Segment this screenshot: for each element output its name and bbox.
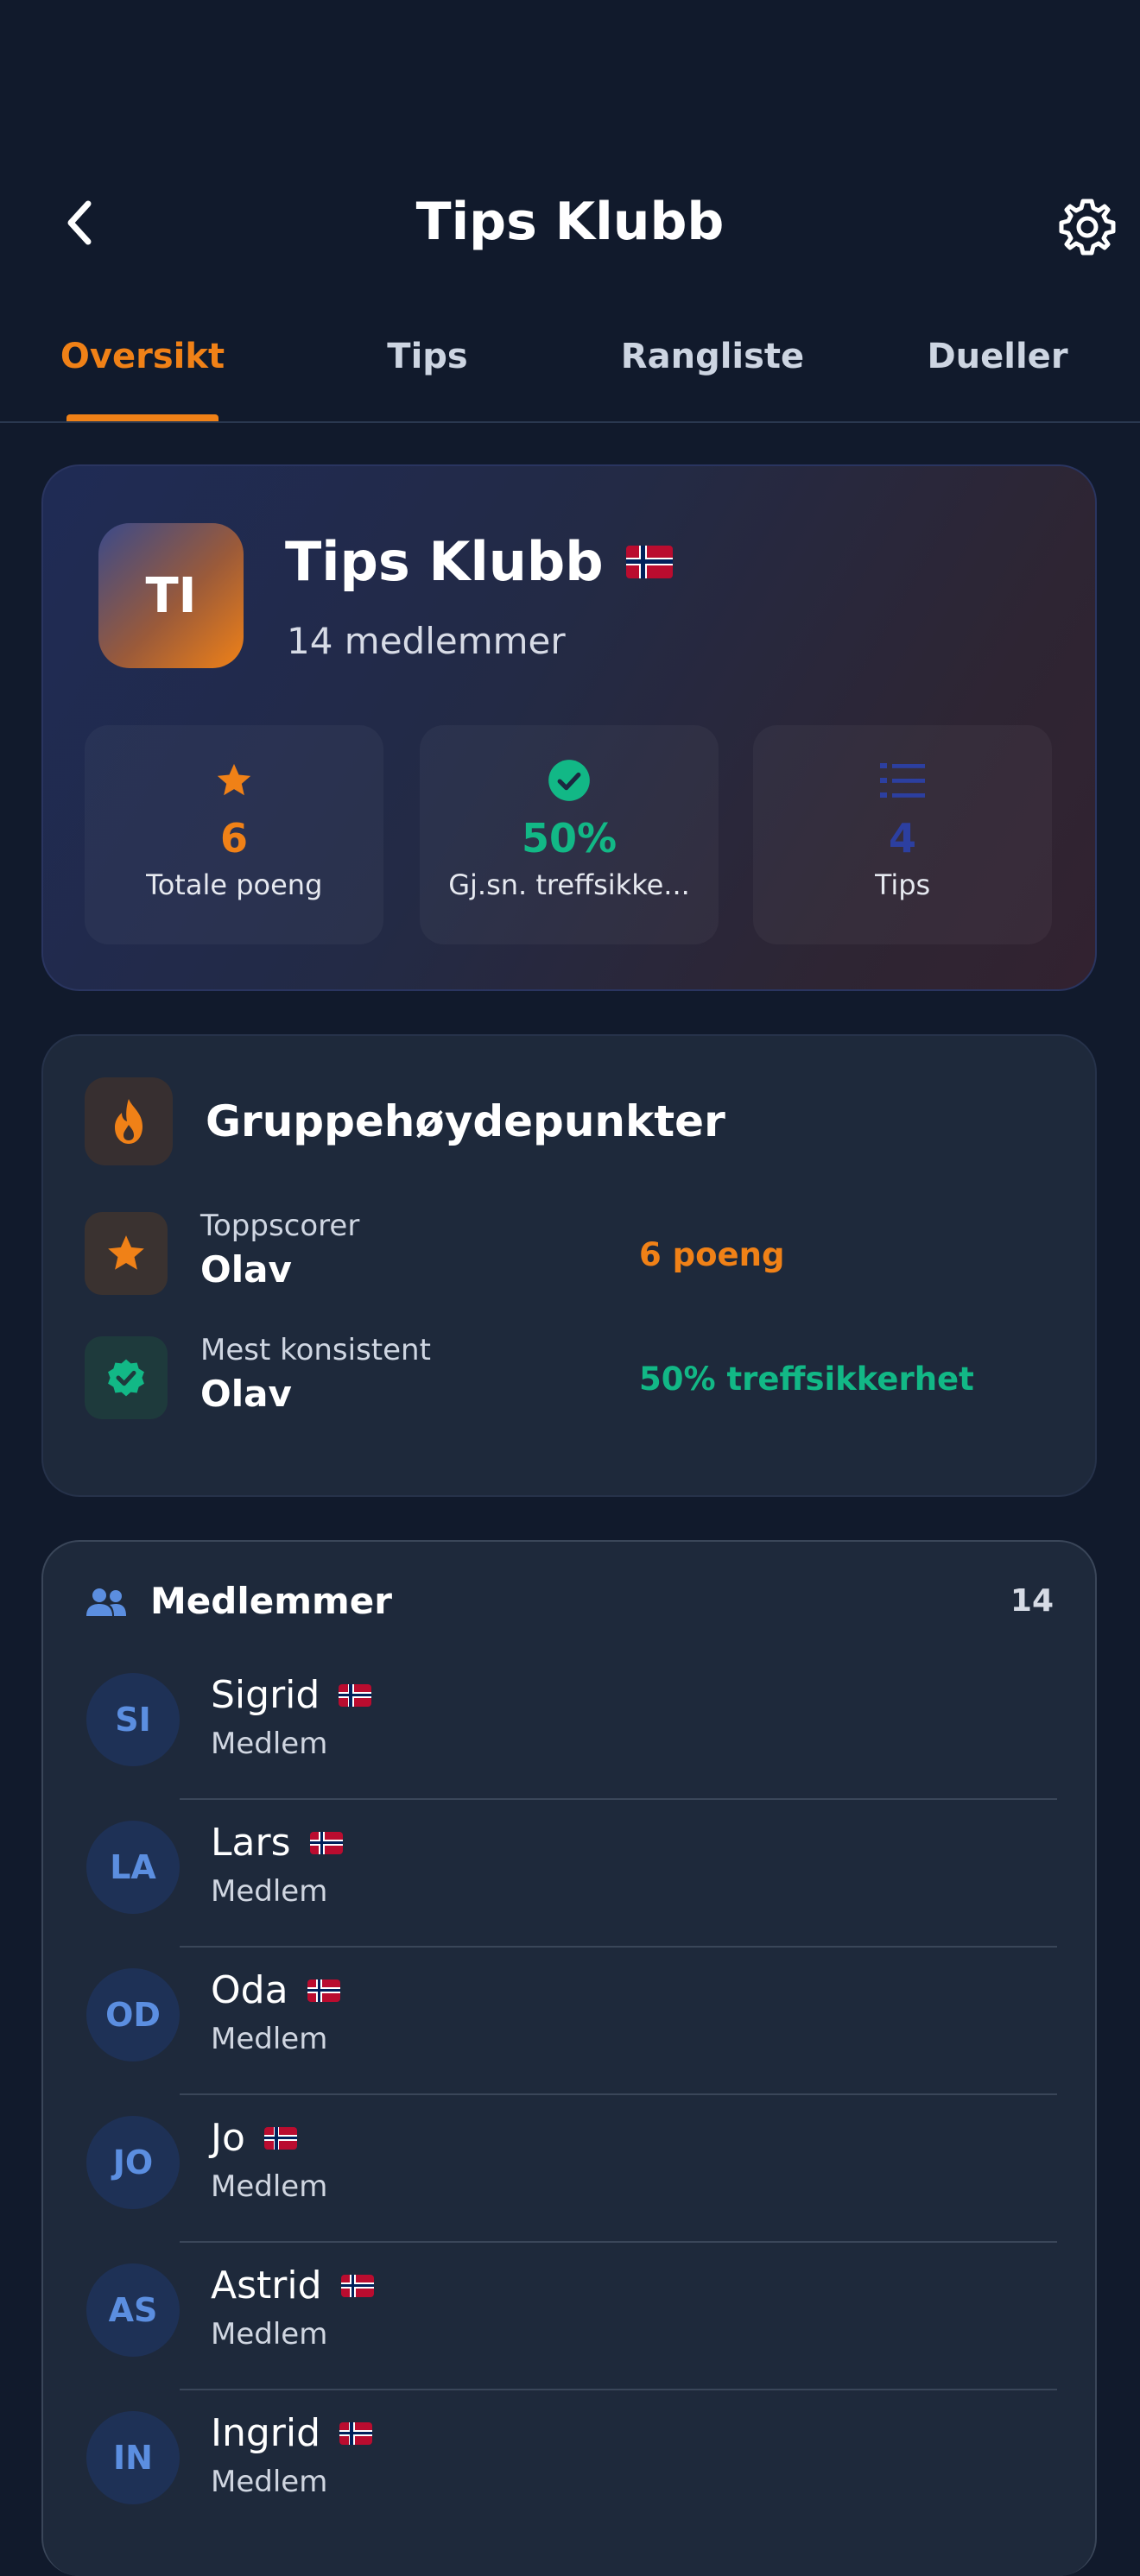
member-role: Medlem	[211, 2317, 328, 2352]
club-name-text: Tips Klubb	[285, 530, 604, 593]
divider	[180, 2093, 1057, 2095]
divider	[180, 2241, 1057, 2243]
member-name: Sigrid	[211, 1673, 372, 1717]
members-card: Medlemmer 14 SI Sigrid Medlem LA Lars Me…	[41, 1540, 1097, 2576]
member-name: Jo	[211, 2116, 297, 2160]
avatar: IN	[86, 2411, 180, 2504]
norway-flag-icon	[263, 2126, 297, 2150]
tab-rangliste[interactable]: Rangliste	[605, 328, 820, 420]
stat-tips: 4 Tips	[753, 725, 1052, 944]
stat-label: Totale poeng	[145, 868, 323, 901]
highlight-name: Olav	[200, 1248, 292, 1291]
member-role: Medlem	[211, 1727, 328, 1761]
stat-accuracy: 50% Gj.sn. treffsikke...	[420, 725, 719, 944]
member-row[interactable]: JO Jo Medlem	[43, 2097, 1095, 2245]
stat-label: Gj.sn. treffsikke...	[448, 868, 690, 901]
member-row[interactable]: AS Astrid Medlem	[43, 2245, 1095, 2392]
member-role: Medlem	[211, 2022, 328, 2056]
tab-label: Oversikt	[60, 337, 225, 376]
club-member-count: 14 medlemmer	[287, 620, 566, 662]
member-name-text: Astrid	[211, 2263, 322, 2308]
member-role: Medlem	[211, 2465, 328, 2499]
highlight-name: Olav	[200, 1373, 292, 1415]
stat-value: 6	[219, 815, 248, 862]
member-name: Astrid	[211, 2263, 374, 2308]
member-name-text: Jo	[211, 2116, 245, 2160]
settings-button[interactable]	[1055, 195, 1119, 259]
group-highlights-card: Gruppehøydepunkter Toppscorer Olav 6 poe…	[41, 1034, 1097, 1497]
tab-bar: Oversikt Tips Rangliste Dueller	[0, 328, 1140, 423]
members-title: Medlemmer	[150, 1580, 392, 1622]
page-title: Tips Klubb	[415, 192, 725, 252]
highlight-value: 50% treffsikkerhet	[639, 1361, 974, 1398]
norway-flag-icon	[625, 545, 673, 578]
norway-flag-icon	[309, 1831, 343, 1854]
avatar: LA	[86, 1821, 180, 1914]
highlight-label: Toppscorer	[200, 1209, 360, 1243]
avatar: OD	[86, 1968, 180, 2061]
member-name-text: Sigrid	[211, 1673, 320, 1717]
avatar: JO	[86, 2116, 180, 2209]
norway-flag-icon	[307, 1979, 340, 2002]
highlight-value: 6 poeng	[639, 1236, 785, 1273]
star-icon	[214, 758, 254, 803]
norway-flag-icon	[340, 2274, 374, 2297]
stat-total-points: 6 Totale poeng	[85, 725, 383, 944]
tab-dueller[interactable]: Dueller	[898, 328, 1097, 420]
avatar: SI	[86, 1673, 180, 1766]
member-name: Ingrid	[211, 2411, 373, 2455]
norway-flag-icon	[339, 2421, 373, 2445]
club-summary-card: TI Tips Klubb 14 medlemmer 6 Totale poen…	[41, 464, 1097, 991]
member-name-text: Oda	[211, 1968, 288, 2012]
tab-label: Dueller	[927, 337, 1068, 376]
tab-label: Tips	[387, 337, 468, 376]
check-circle-icon	[547, 758, 592, 803]
member-name: Lars	[211, 1821, 343, 1865]
highlights-title: Gruppehøydepunkter	[206, 1096, 725, 1146]
stat-label: Tips	[874, 868, 931, 901]
tab-oversikt[interactable]: Oversikt	[52, 328, 233, 421]
tab-tips[interactable]: Tips	[345, 328, 510, 420]
stat-value: 50%	[521, 815, 618, 862]
norway-flag-icon	[339, 1683, 372, 1707]
member-name-text: Ingrid	[211, 2411, 321, 2455]
club-name: Tips Klubb	[285, 530, 673, 593]
avatar: AS	[86, 2263, 180, 2357]
members-count-badge: 14	[1010, 1583, 1054, 1619]
stat-value: 4	[888, 815, 916, 862]
member-name: Oda	[211, 1968, 340, 2012]
divider	[180, 1798, 1057, 1800]
member-row[interactable]: OD Oda Medlem	[43, 1949, 1095, 2097]
member-name-text: Lars	[211, 1821, 291, 1865]
verified-badge-icon	[85, 1336, 168, 1419]
member-row[interactable]: SI Sigrid Medlem	[43, 1654, 1095, 1802]
list-icon	[880, 758, 925, 803]
divider	[180, 1946, 1057, 1948]
member-role: Medlem	[211, 2169, 328, 2204]
member-row[interactable]: IN Ingrid Medlem	[43, 2392, 1095, 2540]
member-role: Medlem	[211, 1874, 328, 1909]
highlight-label: Mest konsistent	[200, 1333, 431, 1367]
divider	[180, 2389, 1057, 2390]
fire-icon	[85, 1077, 173, 1165]
tab-label: Rangliste	[620, 337, 805, 376]
active-tab-indicator	[66, 414, 218, 421]
member-row[interactable]: LA Lars Medlem	[43, 1802, 1095, 1949]
star-icon	[85, 1212, 168, 1295]
gear-icon	[1059, 199, 1116, 256]
top-bar: Tips Klubb Oversikt Tips Rangliste Duell…	[0, 0, 1140, 423]
club-avatar: TI	[98, 523, 244, 668]
users-icon	[85, 1587, 128, 1621]
